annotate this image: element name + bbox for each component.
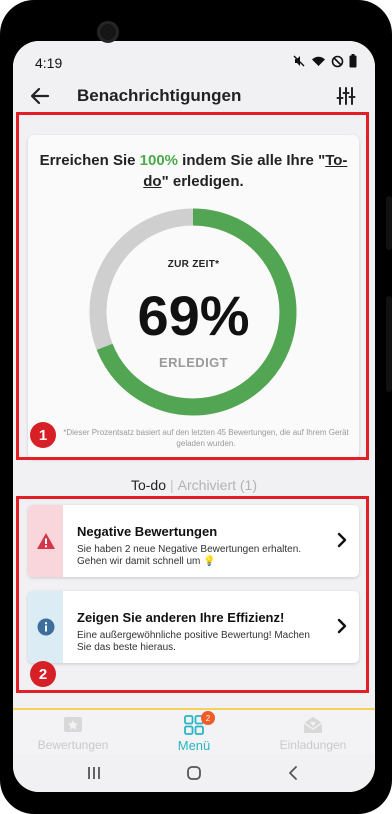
- annotation-frame-1: [16, 112, 369, 460]
- page-title: Benachrichtigungen: [77, 86, 242, 105]
- nav-menu-badge: 2: [201, 711, 215, 725]
- screen: 4:19 Benachrichtigungen Erreichen Sie 10…: [13, 41, 375, 792]
- tab-todo[interactable]: To-do: [131, 477, 166, 493]
- system-navigation-bar: [13, 754, 375, 792]
- front-camera: [97, 21, 119, 43]
- volume-button: [386, 196, 392, 250]
- annotation-badge-1: 1: [30, 422, 56, 448]
- nav-label-invitations: Einladungen: [279, 738, 347, 752]
- status-bar: 4:19: [13, 41, 375, 81]
- wifi-icon: [311, 54, 326, 72]
- status-icons: [292, 54, 357, 72]
- nav-label-menu: Menü: [177, 738, 211, 753]
- bottom-navigation: Bewertungen 2 Menü Einladungen: [13, 708, 375, 754]
- mute-icon: [292, 54, 306, 72]
- notification-tabs: To-do | Archiviert (1): [13, 477, 375, 493]
- dnd-icon: [331, 55, 344, 72]
- nav-label-reviews: Bewertungen: [37, 738, 109, 752]
- nav-item-menu[interactable]: 2 Menü: [134, 710, 254, 756]
- nav-item-invitations[interactable]: Einladungen: [253, 710, 373, 756]
- back-icon[interactable]: [285, 764, 303, 782]
- tab-separator: |: [170, 477, 174, 493]
- tab-archived[interactable]: Archiviert (1): [178, 477, 257, 493]
- annotation-frame-2: [16, 496, 369, 693]
- back-arrow-icon[interactable]: [29, 85, 51, 107]
- annotation-badge-2: 2: [30, 661, 56, 687]
- invitations-icon: [303, 717, 323, 733]
- phone-frame: 4:19 Benachrichtigungen Erreichen Sie 10…: [0, 0, 392, 814]
- recents-icon[interactable]: [85, 764, 103, 782]
- app-bar: Benachrichtigungen: [13, 81, 375, 113]
- reviews-icon: [64, 717, 82, 732]
- status-time: 4:19: [35, 55, 63, 71]
- nav-item-reviews[interactable]: Bewertungen: [13, 710, 133, 756]
- power-button: [386, 296, 392, 392]
- filter-settings-icon[interactable]: [335, 85, 357, 107]
- home-icon[interactable]: [185, 764, 203, 782]
- battery-icon: [349, 54, 357, 72]
